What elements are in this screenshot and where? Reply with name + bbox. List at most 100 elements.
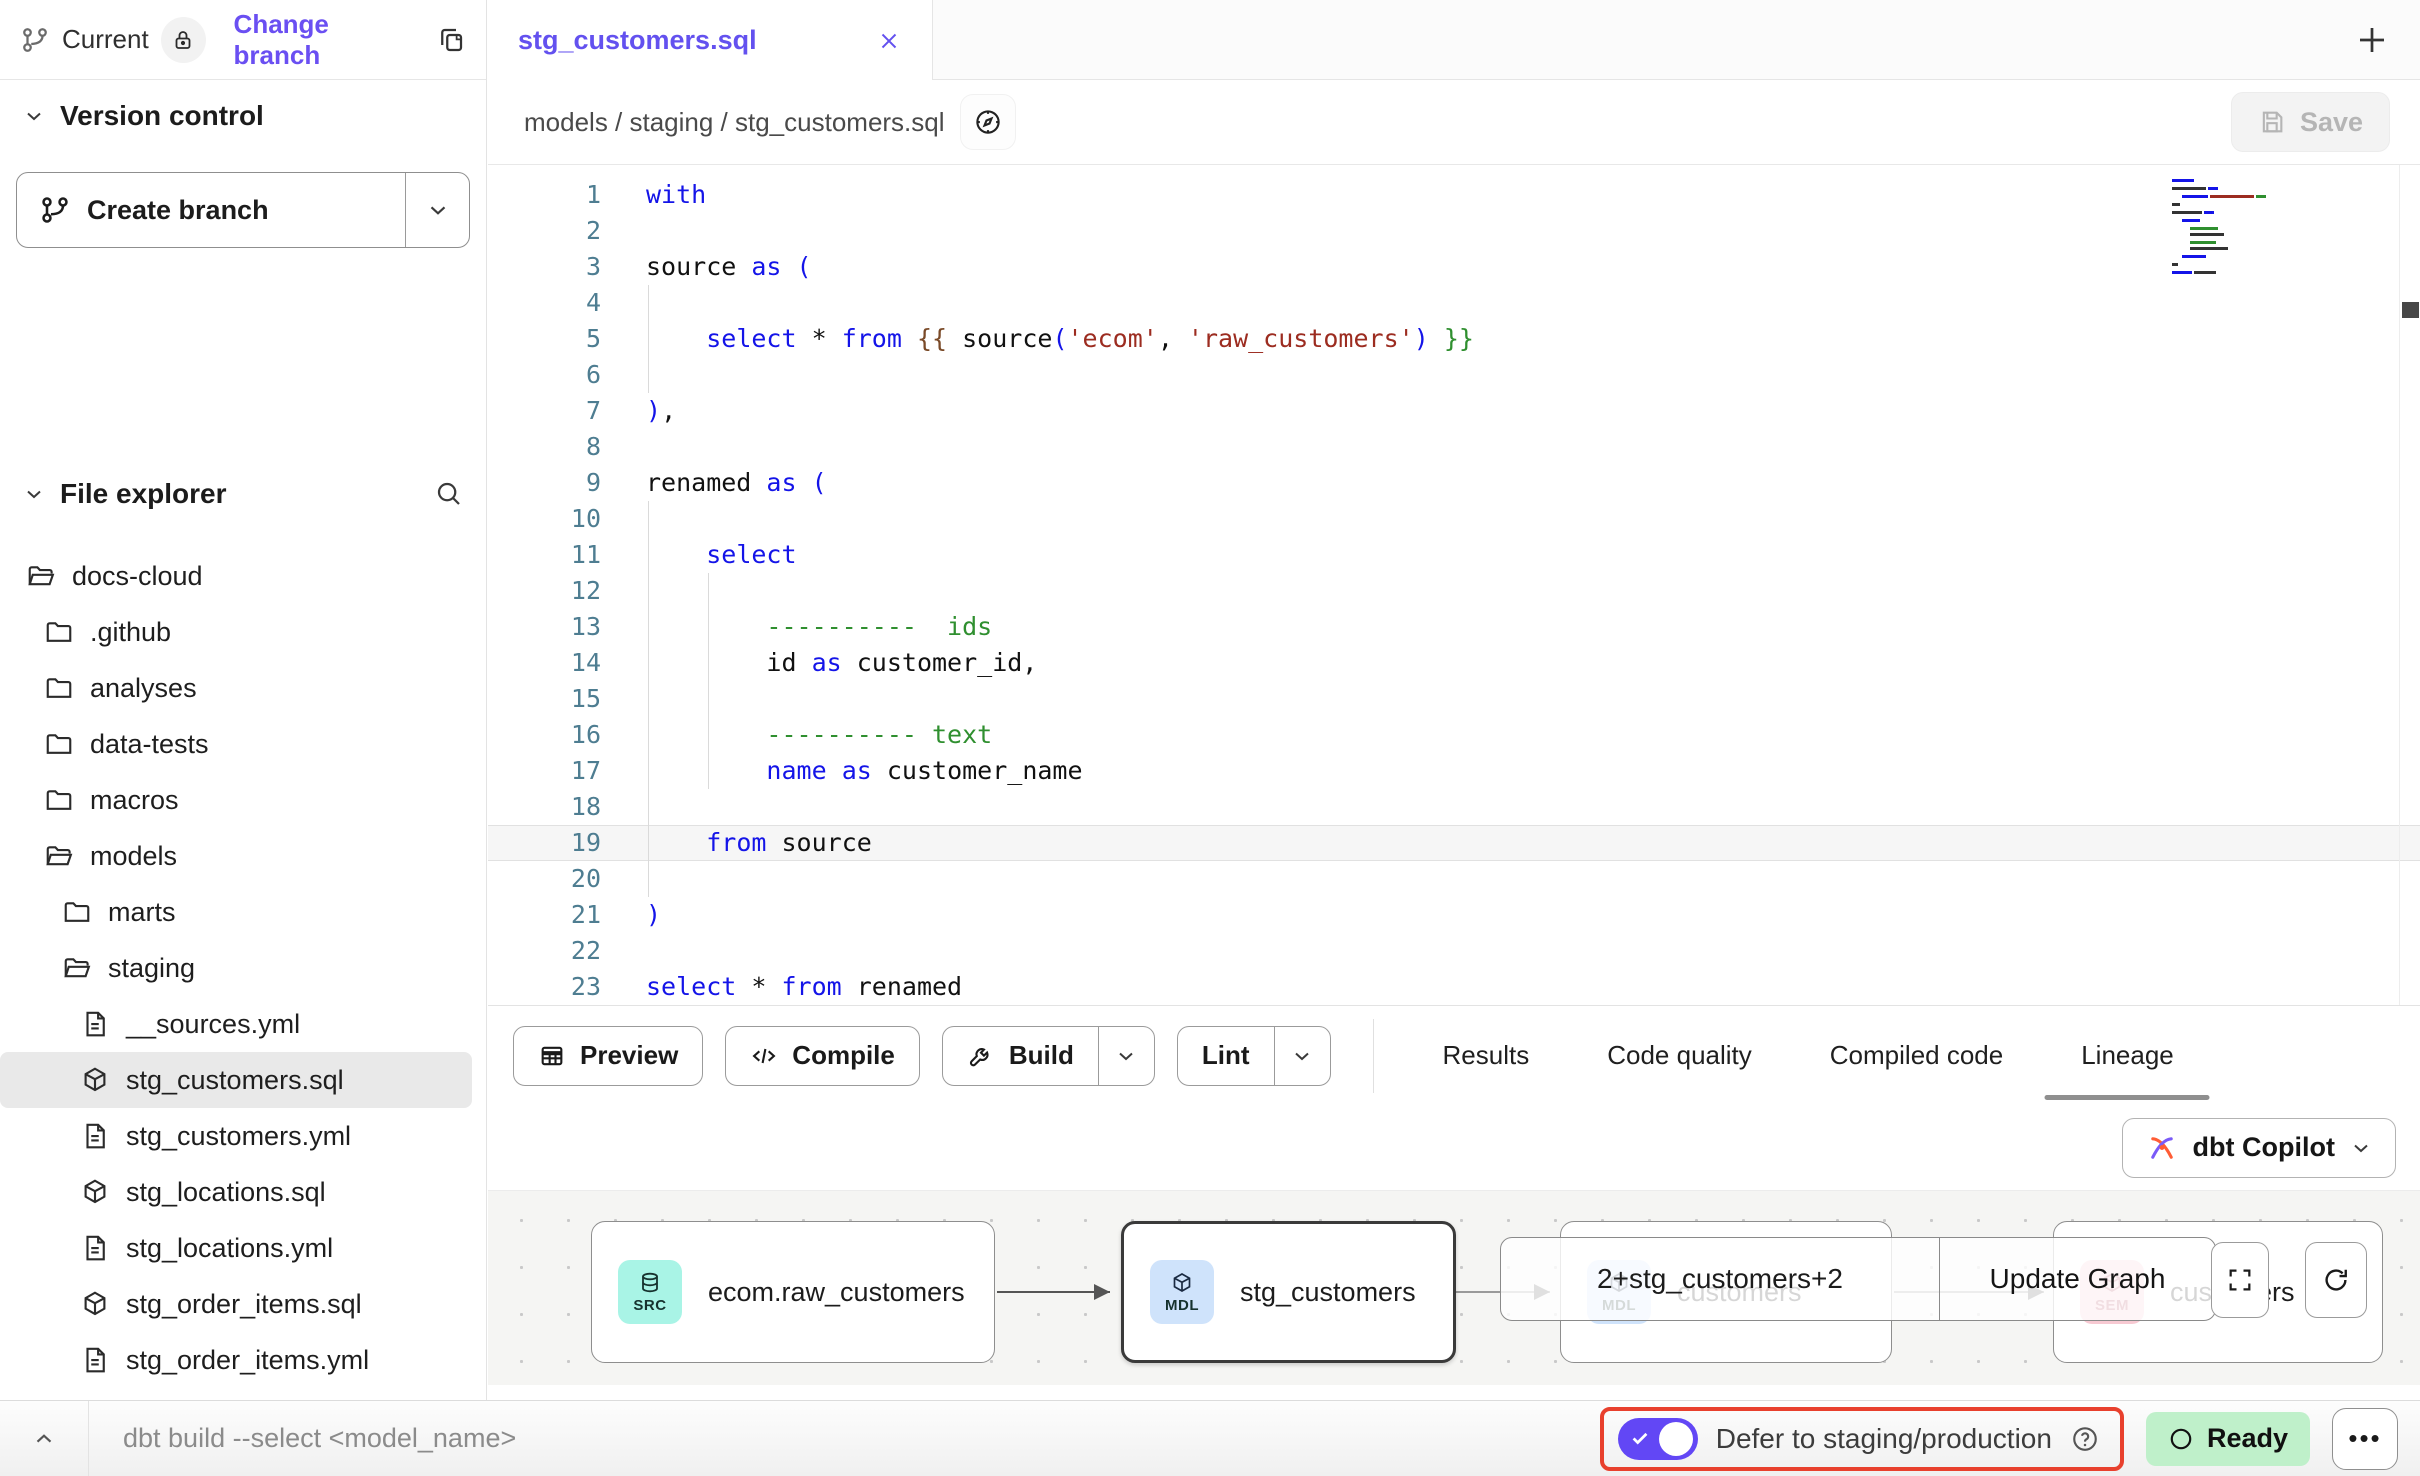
dbt-copilot-logo-icon xyxy=(2145,1131,2179,1165)
code-line-11[interactable]: 11 select xyxy=(488,537,2420,573)
tree-item-data-tests[interactable]: data-tests xyxy=(0,716,472,772)
lineage-node-stg-customers[interactable]: MDL stg_customers xyxy=(1121,1221,1456,1363)
code-editor[interactable]: 1with23source as (45 select * from {{ so… xyxy=(488,165,2420,1005)
breadcrumb-bar: models / staging / stg_customers.sql Sav… xyxy=(488,80,2420,165)
tree-item-analyses[interactable]: analyses xyxy=(0,660,472,716)
refresh-icon xyxy=(2321,1265,2351,1295)
code-line-13[interactable]: 13 ---------- ids xyxy=(488,609,2420,645)
code-line-1[interactable]: 1with xyxy=(488,177,2420,213)
help-icon[interactable] xyxy=(2070,1424,2100,1454)
file-explorer-title: File explorer xyxy=(60,478,227,510)
scrollbar-thumb[interactable] xyxy=(2402,302,2419,318)
build-dropdown[interactable] xyxy=(1098,1027,1154,1085)
tree-item-stg-order-items-sql[interactable]: stg_order_items.sql xyxy=(0,1276,472,1332)
code-line-3[interactable]: 3source as ( xyxy=(488,249,2420,285)
code-line-2[interactable]: 2 xyxy=(488,213,2420,249)
defer-toggle[interactable] xyxy=(1618,1418,1698,1460)
tab-stg-customers-sql[interactable]: stg_customers.sql xyxy=(488,0,933,81)
lint-dropdown[interactable] xyxy=(1274,1027,1330,1085)
panel-tab-lineage[interactable]: Lineage xyxy=(2081,1006,2174,1105)
code-line-12[interactable]: 12 xyxy=(488,573,2420,609)
code-line-16[interactable]: 16 ---------- text xyxy=(488,717,2420,753)
collapse-panel-button[interactable] xyxy=(0,1426,88,1452)
code-line-5[interactable]: 5 select * from {{ source('ecom', 'raw_c… xyxy=(488,321,2420,357)
panel-tab-results[interactable]: Results xyxy=(1443,1006,1530,1105)
tree-item-stg-locations-yml[interactable]: stg_locations.yml xyxy=(0,1220,472,1276)
change-branch-link[interactable]: Change branch xyxy=(234,9,418,71)
save-button[interactable]: Save xyxy=(2231,92,2390,152)
tree-item--github[interactable]: .github xyxy=(0,604,472,660)
panel-tab-code-quality[interactable]: Code quality xyxy=(1607,1006,1752,1105)
close-icon[interactable] xyxy=(876,28,902,54)
code-line-18[interactable]: 18 xyxy=(488,789,2420,825)
version-control-header[interactable]: Version control xyxy=(22,100,264,132)
preview-button[interactable]: Preview xyxy=(513,1026,703,1086)
editor-tabbar: stg_customers.sql xyxy=(488,0,2420,80)
line-number: 12 xyxy=(488,573,601,609)
tree-item-stg-locations-sql[interactable]: stg_locations.sql xyxy=(0,1164,472,1220)
code-line-15[interactable]: 15 xyxy=(488,681,2420,717)
model-icon xyxy=(80,1065,110,1095)
code-text: id as customer_id, xyxy=(646,645,1037,681)
copy-icon[interactable] xyxy=(436,25,466,55)
minimap[interactable] xyxy=(2168,175,2298,280)
vertical-scrollbar[interactable] xyxy=(2399,165,2420,1005)
create-branch-button[interactable]: Create branch xyxy=(16,172,470,248)
code-line-21[interactable]: 21) xyxy=(488,897,2420,933)
sidebar: Current Change branch Version control xyxy=(0,0,487,1400)
line-number: 2 xyxy=(488,213,601,249)
save-icon xyxy=(2258,108,2286,136)
code-line-6[interactable]: 6 xyxy=(488,357,2420,393)
git-branch-icon xyxy=(39,194,71,226)
code-line-4[interactable]: 4 xyxy=(488,285,2420,321)
file-explorer-header[interactable]: File explorer xyxy=(22,478,464,510)
search-icon[interactable] xyxy=(434,479,464,509)
dbt-copilot-button[interactable]: dbt Copilot xyxy=(2122,1118,2396,1178)
code-line-17[interactable]: 17 name as customer_name xyxy=(488,753,2420,789)
code-line-23[interactable]: 23select * from renamed xyxy=(488,969,2420,1005)
code-line-19[interactable]: 19 from source xyxy=(488,825,2420,861)
lint-button[interactable]: Lint xyxy=(1177,1026,1331,1086)
refresh-button[interactable] xyxy=(2305,1242,2367,1318)
tree-item-stg-order-items-yml[interactable]: stg_order_items.yml xyxy=(0,1332,472,1388)
new-tab-button[interactable] xyxy=(2354,22,2390,58)
preview-label: Preview xyxy=(580,1040,678,1071)
code-line-20[interactable]: 20 xyxy=(488,861,2420,897)
tree-item-staging[interactable]: staging xyxy=(0,940,472,996)
tree-item-stg-customers-yml[interactable]: stg_customers.yml xyxy=(0,1108,472,1164)
panel-tab-compiled-code[interactable]: Compiled code xyxy=(1830,1006,2003,1105)
compass-icon[interactable] xyxy=(961,95,1015,149)
status-badge[interactable]: Ready xyxy=(2146,1412,2310,1466)
fullscreen-button[interactable] xyxy=(2211,1242,2269,1318)
tree-item-stg-customers-sql[interactable]: stg_customers.sql xyxy=(0,1052,472,1108)
tree-item-marts[interactable]: marts xyxy=(0,884,472,940)
code-line-22[interactable]: 22 xyxy=(488,933,2420,969)
folder-icon xyxy=(62,897,92,927)
compile-button[interactable]: Compile xyxy=(725,1026,920,1086)
update-graph-button[interactable]: Update Graph xyxy=(1939,1238,2215,1320)
source-badge: SRC xyxy=(618,1260,682,1324)
line-number: 7 xyxy=(488,393,601,429)
code-text: select * from renamed xyxy=(646,969,962,1005)
lineage-selector-input[interactable]: 2+stg_customers+2 xyxy=(1501,1238,1939,1320)
code-line-7[interactable]: 7), xyxy=(488,393,2420,429)
file-tree: docs-cloud.githubanalysesdata-testsmacro… xyxy=(0,548,486,1388)
tree-item-docs-cloud[interactable]: docs-cloud xyxy=(0,548,472,604)
indent-guide xyxy=(648,285,649,393)
lineage-canvas[interactable]: SRC ecom.raw_customers MDL stg_customers xyxy=(488,1190,2420,1385)
branch-readonly-chip xyxy=(161,17,206,63)
code-line-10[interactable]: 10 xyxy=(488,501,2420,537)
code-line-9[interactable]: 9renamed as ( xyxy=(488,465,2420,501)
more-options-button[interactable]: ••• xyxy=(2332,1408,2398,1470)
lineage-node-source[interactable]: SRC ecom.raw_customers xyxy=(591,1221,995,1363)
model-badge: MDL xyxy=(1150,1260,1214,1324)
code-line-8[interactable]: 8 xyxy=(488,429,2420,465)
create-branch-dropdown[interactable] xyxy=(405,173,469,247)
tree-item--sources-yml[interactable]: __sources.yml xyxy=(0,996,472,1052)
tree-item-macros[interactable]: macros xyxy=(0,772,472,828)
build-button[interactable]: Build xyxy=(942,1026,1155,1086)
tree-item-models[interactable]: models xyxy=(0,828,472,884)
code-line-14[interactable]: 14 id as customer_id, xyxy=(488,645,2420,681)
command-input[interactable]: dbt build --select <model_name> xyxy=(123,1423,516,1454)
build-label: Build xyxy=(1009,1040,1074,1071)
